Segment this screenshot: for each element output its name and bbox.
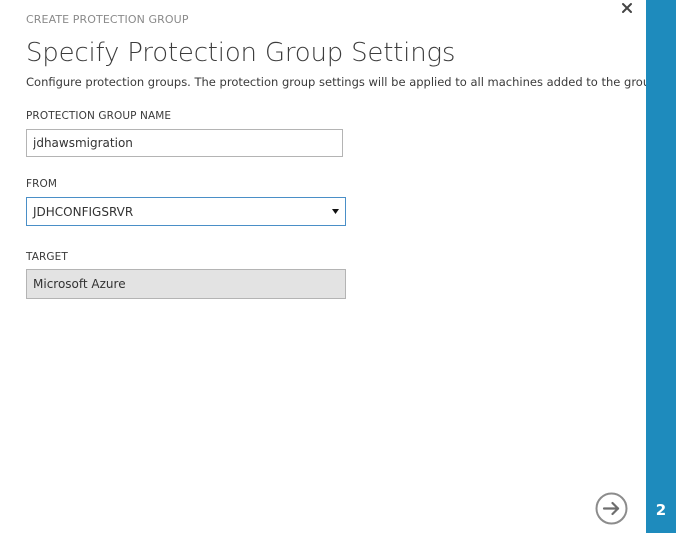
create-protection-group-dialog: CREATE PROTECTION GROUP Specify Protecti…	[0, 0, 661, 533]
close-button[interactable]	[618, 0, 636, 18]
from-select[interactable]: JDHCONFIGSRVR	[26, 197, 346, 226]
from-label: FROM	[26, 178, 58, 190]
current-step-number: 2	[655, 501, 667, 519]
target-value: Microsoft Azure	[33, 277, 126, 291]
wizard-title: CREATE PROTECTION GROUP	[26, 13, 189, 26]
page-description: Configure protection groups. The protect…	[26, 75, 662, 89]
dropdown-arrow-icon	[332, 209, 339, 214]
target-label: TARGET	[26, 251, 68, 263]
from-selected-value: JDHCONFIGSRVR	[33, 205, 134, 219]
protection-group-name-input[interactable]	[26, 129, 343, 157]
target-field: Microsoft Azure	[26, 269, 346, 299]
arrow-right-circle-icon	[595, 492, 628, 525]
wizard-step-rail: 2	[646, 0, 676, 533]
close-icon	[622, 3, 632, 13]
next-button[interactable]	[595, 492, 628, 525]
page-title: Specify Protection Group Settings	[26, 38, 456, 68]
protection-group-name-label: PROTECTION GROUP NAME	[26, 110, 172, 122]
